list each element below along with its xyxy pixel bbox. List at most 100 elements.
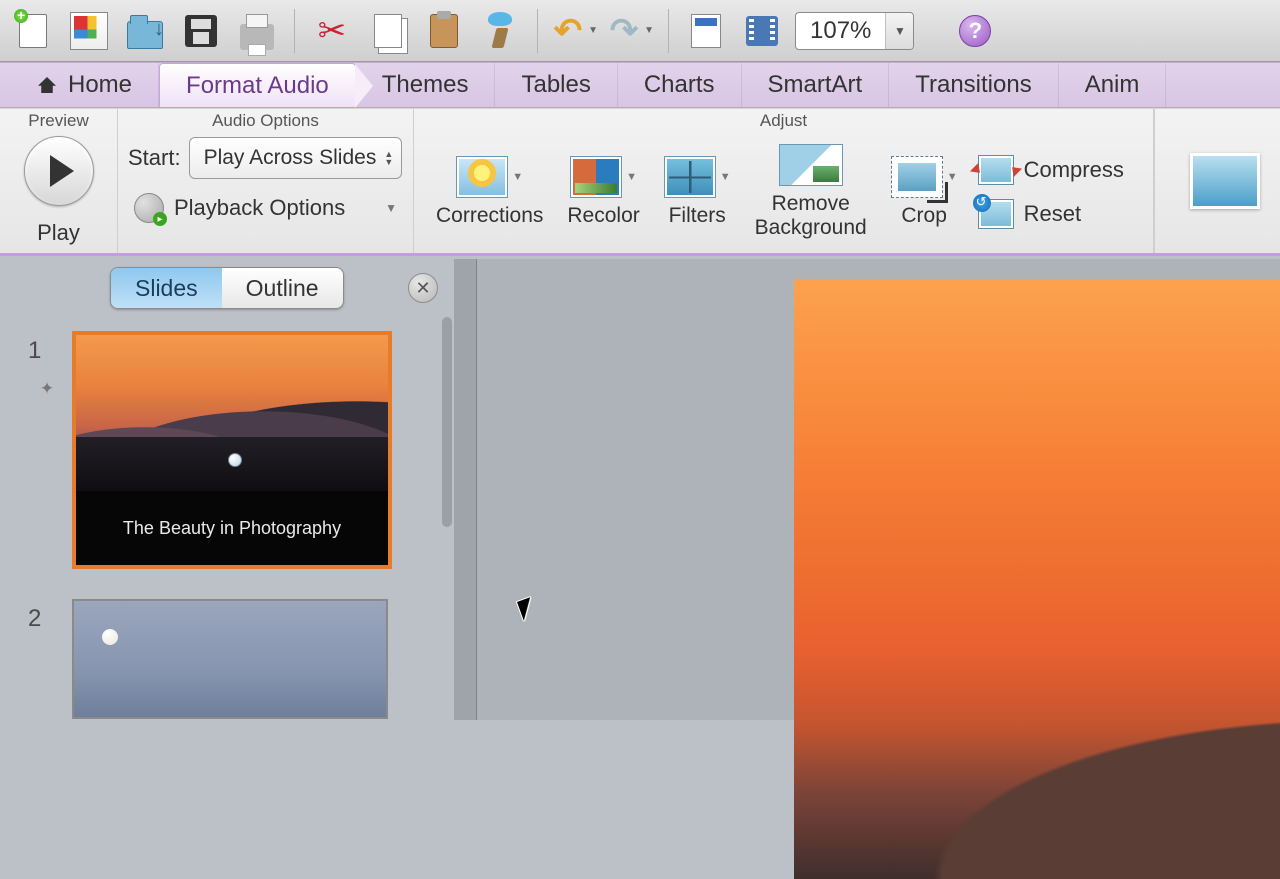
tab-format-audio[interactable]: Format Audio xyxy=(159,63,356,107)
tab-animations[interactable]: Anim xyxy=(1059,63,1167,107)
ribbon-tabs: Home Format Audio Themes Tables Charts S… xyxy=(0,62,1280,108)
format-painter-button[interactable] xyxy=(477,8,523,54)
slide-thumbnail-list: 1 ✦ The Beauty in Photography 2 xyxy=(0,317,440,720)
corrections-icon xyxy=(456,156,508,198)
recolor-button[interactable]: ▼ Recolor xyxy=(555,133,651,251)
tab-tables[interactable]: Tables xyxy=(495,63,617,107)
chevron-down-icon[interactable]: ▼ xyxy=(644,25,654,36)
close-icon: ✕ xyxy=(415,278,430,299)
new-document-button[interactable] xyxy=(10,8,56,54)
print-icon xyxy=(240,24,274,50)
playback-options-button[interactable]: Playback Options ▼ xyxy=(128,189,403,227)
gear-play-icon xyxy=(134,193,164,223)
redo-button[interactable]: ↷▼ xyxy=(608,8,654,54)
undo-button[interactable]: ↶▼ xyxy=(552,8,598,54)
slide-canvas-area[interactable] xyxy=(454,259,1280,720)
group-title: Adjust xyxy=(424,111,1143,131)
panel-scrollbar[interactable] xyxy=(442,317,452,720)
template-gallery-icon xyxy=(70,12,108,50)
save-icon xyxy=(185,15,217,47)
copy-icon xyxy=(374,14,402,48)
reset-button[interactable]: Reset xyxy=(978,199,1124,229)
chevron-down-icon: ▼ xyxy=(512,171,523,183)
tab-transitions[interactable]: Transitions xyxy=(889,63,1058,107)
scissors-icon: ✂ xyxy=(313,12,351,50)
play-preview-button[interactable] xyxy=(24,136,94,206)
ribbon-group-adjust: Adjust ▼ Corrections ▼ Recolor ▼ Filters… xyxy=(414,109,1154,253)
help-icon: ? xyxy=(959,15,991,47)
compress-reset-column: Compress Reset xyxy=(970,133,1132,251)
slides-panel: Slides Outline ✕ 1 ✦ The Beauty in Photo… xyxy=(0,259,454,720)
save-button[interactable] xyxy=(178,8,224,54)
paste-button[interactable] xyxy=(421,8,467,54)
print-button[interactable] xyxy=(234,8,280,54)
start-label: Start: xyxy=(128,145,181,171)
chevron-down-icon: ▼ xyxy=(720,171,731,183)
slide-thumbnail-1[interactable]: 1 ✦ The Beauty in Photography xyxy=(0,317,440,569)
chevron-down-icon[interactable]: ▼ xyxy=(885,13,913,49)
filters-icon xyxy=(664,156,716,198)
ribbon-group-audio-options: Audio Options Start: Play Across Slides … xyxy=(118,109,414,253)
start-select[interactable]: Play Across Slides ▲▼ xyxy=(189,137,403,179)
slide-number: 1 xyxy=(28,331,66,365)
zoom-value: 107% xyxy=(796,17,885,45)
corrections-button[interactable]: ▼ Corrections xyxy=(424,133,555,251)
crop-button[interactable]: ▼ Crop xyxy=(879,133,970,251)
workspace: Slides Outline ✕ 1 ✦ The Beauty in Photo… xyxy=(0,259,1280,720)
copy-button[interactable] xyxy=(365,8,411,54)
stepper-icon[interactable]: ▲▼ xyxy=(384,150,393,166)
start-row: Start: Play Across Slides ▲▼ xyxy=(128,137,402,179)
tab-charts[interactable]: Charts xyxy=(618,63,742,107)
ribbon: Preview Play Audio Options Start: Play A… xyxy=(0,108,1280,256)
cut-button[interactable]: ✂ xyxy=(309,8,355,54)
panel-close-button[interactable]: ✕ xyxy=(408,273,438,303)
slide-thumbnail-image xyxy=(72,599,388,719)
open-folder-icon xyxy=(127,21,163,49)
picture-style-preview[interactable] xyxy=(1190,153,1260,209)
ribbon-group-preview: Preview Play xyxy=(0,109,118,253)
crop-icon xyxy=(891,156,943,198)
group-title: Audio Options xyxy=(128,111,403,133)
format-painter-icon xyxy=(486,14,514,48)
tab-home[interactable]: Home xyxy=(28,63,159,107)
chevron-down-icon: ▼ xyxy=(626,171,637,183)
current-slide[interactable] xyxy=(794,279,1280,879)
tab-smartart[interactable]: SmartArt xyxy=(742,63,890,107)
moon-graphic xyxy=(102,629,118,645)
slide-number: 2 xyxy=(28,599,66,633)
undo-icon: ↶ xyxy=(552,12,584,50)
media-icon xyxy=(746,16,778,46)
reset-icon xyxy=(978,199,1014,229)
chevron-down-icon: ▼ xyxy=(385,201,397,215)
media-browser-button[interactable] xyxy=(739,8,785,54)
slides-tab[interactable]: Slides xyxy=(111,268,222,308)
playback-options-label: Playback Options xyxy=(174,195,345,221)
tab-themes[interactable]: Themes xyxy=(356,63,496,107)
open-button[interactable] xyxy=(122,8,168,54)
slide-title: The Beauty in Photography xyxy=(76,491,388,565)
play-label: Play xyxy=(37,220,80,246)
toolbar-separator xyxy=(537,9,538,53)
compress-button[interactable]: Compress xyxy=(978,155,1124,185)
slide-thumbnail-image: The Beauty in Photography xyxy=(72,331,392,569)
outline-tab[interactable]: Outline xyxy=(222,268,343,308)
template-gallery-button[interactable] xyxy=(66,8,112,54)
audio-object-icon xyxy=(228,453,242,467)
compress-icon xyxy=(978,155,1014,185)
help-button[interactable]: ? xyxy=(952,8,998,54)
animation-indicator-icon: ✦ xyxy=(40,379,54,399)
zoom-selector[interactable]: 107% ▼ xyxy=(795,12,914,50)
recolor-icon xyxy=(570,156,622,198)
redo-icon: ↷ xyxy=(608,12,640,50)
toolbar-separator xyxy=(668,9,669,53)
chevron-down-icon[interactable]: ▼ xyxy=(588,25,598,36)
show-formatting-icon xyxy=(691,14,721,48)
remove-background-button[interactable]: Remove Background xyxy=(743,133,879,251)
filters-button[interactable]: ▼ Filters xyxy=(652,133,743,251)
new-document-icon xyxy=(19,14,47,48)
slide-thumbnail-2[interactable]: 2 xyxy=(0,569,440,719)
show-formatting-button[interactable] xyxy=(683,8,729,54)
scrollbar-thumb[interactable] xyxy=(442,317,452,527)
clipboard-icon xyxy=(430,14,458,48)
panel-tab-switch: Slides Outline xyxy=(110,267,344,309)
